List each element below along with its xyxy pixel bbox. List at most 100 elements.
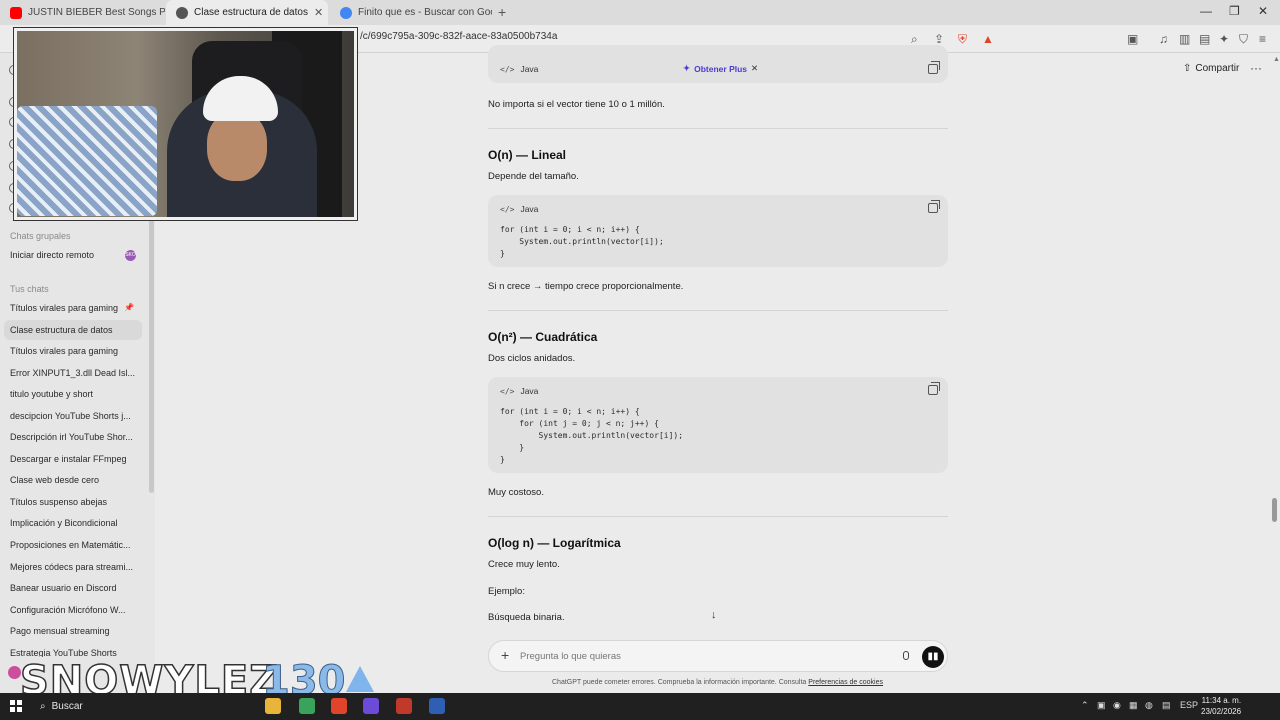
taskbar-search[interactable]: ⌕ Buscar — [36, 697, 226, 716]
taskbar-clock[interactable]: 11:34 a. m. 23/02/2026 — [1201, 695, 1241, 717]
microphone-icon[interactable] — [903, 651, 909, 660]
sidebar-scrollbar[interactable] — [149, 213, 154, 493]
code-icon: </> — [500, 386, 515, 396]
disclaimer-text: ChatGPT puede cometer errores. Comprueba… — [552, 679, 807, 686]
sidebar-chat-item[interactable]: Proposiciones en Matemátic... — [4, 535, 142, 555]
tray-chevron-icon[interactable]: ⌃ — [1081, 700, 1089, 711]
share-page-icon[interactable]: ⇪ — [934, 32, 944, 46]
tab-youtube[interactable]: JUSTIN BIEBER Best Songs Playlis — [0, 0, 165, 25]
language-indicator[interactable]: ESP — [1180, 700, 1198, 710]
pin-icon: 📌 — [124, 303, 134, 312]
add-attachment-icon[interactable]: + — [501, 647, 509, 663]
windows-start-icon[interactable] — [10, 700, 22, 712]
sidebar-chat-item[interactable]: Clase web desde cero — [4, 470, 142, 490]
sidebar-item-group[interactable]: Iniciar directo remoto SKO — [4, 245, 142, 265]
sidebar-chat-item[interactable]: titulo youtube y short — [4, 384, 142, 404]
sidebar-chat-item[interactable]: Mejores códecs para streami... — [4, 557, 142, 577]
sidebar-chat-item[interactable]: Descripción irl YouTube Shor... — [4, 427, 142, 447]
vpn-icon[interactable]: ⛉ — [1239, 32, 1248, 47]
sidebar-chat-item[interactable]: Error XINPUT1_3.dll Dead Isl... — [4, 363, 142, 383]
copy-icon[interactable] — [928, 200, 940, 213]
sidebar-chat-item[interactable]: Implicación y Bicondicional — [4, 513, 142, 533]
sidebar-item-label: Banear usuario en Discord — [10, 583, 117, 593]
leo-icon[interactable]: ✦ — [1219, 32, 1229, 46]
menu-icon[interactable]: ≡ — [1259, 32, 1266, 46]
sidebar-item-label: Proposiciones en Matemátic... — [10, 540, 131, 550]
sidebar-chat-item[interactable]: Descargar e instalar FFmpeg — [4, 449, 142, 469]
divider — [488, 516, 948, 517]
page-scrollbar[interactable] — [1272, 498, 1277, 522]
sidebar-item-label: Configuración Micrófono W... — [10, 605, 126, 615]
copy-icon[interactable] — [928, 382, 940, 395]
group-chats-heading: Chats grupales — [10, 231, 71, 241]
taskbar-search-label: Buscar — [51, 701, 83, 712]
paragraph: Búsqueda binaria. — [488, 612, 565, 623]
file-explorer-icon[interactable] — [265, 698, 281, 714]
get-plus-button[interactable]: ✦ Obtener Plus ✕ — [683, 63, 758, 74]
media-icon[interactable]: ♫ — [1159, 32, 1168, 46]
clock-time: 11:34 a. m. — [1201, 696, 1242, 705]
heading-quadratic: O(n²) — Cuadrática — [488, 330, 598, 344]
taskbar: ⌕ Buscar ⌃ ▣ ◉ ▦ ◍ ▤ ESP 11:34 a. m. 23/… — [0, 693, 1280, 720]
sidebar-item-label: Estrategia YouTube Shorts — [10, 648, 117, 657]
tab-chatgpt[interactable]: Clase estructura de datos ✕ — [166, 0, 328, 25]
app-icon[interactable] — [363, 698, 379, 714]
voice-mode-button[interactable]: ▮▮ — [922, 646, 944, 668]
diamond-icon — [346, 666, 374, 692]
address-bar[interactable]: /c/699c795a-309c-832f-aace-83a0500b734a — [360, 31, 557, 42]
search-icon: ⌕ — [40, 701, 46, 712]
sidebar-chat-item[interactable]: Estrategia YouTube Shorts — [4, 643, 142, 657]
tray-app-icon[interactable]: ◍ — [1145, 700, 1153, 711]
wallet-icon[interactable]: ▤ — [1199, 32, 1210, 46]
code-block-linear: </> Java for (int i = 0; i < n; i++) { S… — [488, 195, 948, 267]
tray-app-icon[interactable]: ▣ — [1097, 700, 1106, 711]
sidebar-chat-item[interactable]: Pago mensual streaming — [4, 621, 142, 641]
close-window-button[interactable]: ✕ — [1258, 4, 1268, 18]
sidebar-chat-item[interactable]: Banear usuario en Discord — [4, 578, 142, 598]
code-line: } — [500, 249, 505, 258]
share-button[interactable]: ⇧ Compartir — [1183, 63, 1239, 74]
code-header: </> Java — [500, 64, 538, 74]
new-tab-button[interactable]: + — [498, 4, 506, 20]
browser-tab-strip: JUSTIN BIEBER Best Songs Playlis Clase e… — [0, 0, 1280, 25]
sidebar-chat-item[interactable]: Títulos virales para gaming — [4, 341, 142, 361]
scroll-down-icon[interactable]: ↓ — [711, 609, 717, 621]
app-icon[interactable] — [429, 698, 445, 714]
cookie-preferences-link[interactable]: Preferencias de cookies — [808, 679, 883, 686]
screenshot-icon[interactable]: ▣ — [1127, 32, 1138, 46]
close-icon[interactable]: ✕ — [751, 63, 758, 74]
sidebar-item-label: Pago mensual streaming — [10, 626, 110, 636]
code-line: for (int j = 0; j < n; j++) { — [500, 419, 659, 428]
brave-shield-icon[interactable]: ⛨ — [958, 32, 967, 47]
store-icon[interactable] — [299, 698, 315, 714]
tab-google[interactable]: Finito que es - Buscar con Google ✕ — [330, 0, 492, 25]
sidebar-chat-item[interactable]: Títulos virales para gaming 📌 — [4, 298, 142, 318]
tray-app-icon[interactable]: ▤ — [1162, 700, 1171, 711]
paragraph: Dos ciclos anidados. — [488, 353, 576, 364]
paragraph: Depende del tamaño. — [488, 171, 579, 182]
brave-icon[interactable] — [331, 698, 347, 714]
sidebar-chat-item-active[interactable]: Clase estructura de datos — [4, 320, 142, 340]
voicemeeter-icon[interactable] — [396, 698, 412, 714]
sidebar-toggle-icon[interactable]: ▥ — [1179, 32, 1190, 46]
tab-title: Finito que es - Buscar con Google — [358, 7, 492, 18]
sidebar-chat-item[interactable]: Títulos suspenso abejas — [4, 492, 142, 512]
prompt-composer[interactable]: + Pregunta lo que quieras ▮▮ — [488, 640, 948, 672]
prompt-input[interactable]: Pregunta lo que quieras — [520, 651, 621, 662]
youtube-icon — [10, 6, 22, 19]
minimize-button[interactable]: — — [1200, 4, 1212, 18]
rewards-icon[interactable]: ▲ — [982, 32, 994, 46]
sidebar-item-label: Clase estructura de datos — [10, 325, 113, 335]
close-tab-icon[interactable]: ✕ — [314, 6, 323, 19]
copy-icon[interactable] — [928, 61, 940, 74]
restore-button[interactable]: ❐ — [1229, 4, 1240, 18]
scroll-up-icon[interactable]: ▲ — [1273, 56, 1280, 63]
tray-app-icon[interactable]: ◉ — [1113, 700, 1121, 711]
tray-app-icon[interactable]: ▦ — [1129, 700, 1138, 711]
get-plus-label: Obtener Plus — [694, 63, 748, 74]
sidebar-item-label: descipcion YouTube Shorts j... — [10, 411, 131, 421]
more-options-icon[interactable]: ··· — [1250, 61, 1262, 75]
sidebar-chat-item[interactable]: Configuración Micrófono W... — [4, 600, 142, 620]
divider — [488, 128, 948, 129]
sidebar-chat-item[interactable]: descipcion YouTube Shorts j... — [4, 406, 142, 426]
